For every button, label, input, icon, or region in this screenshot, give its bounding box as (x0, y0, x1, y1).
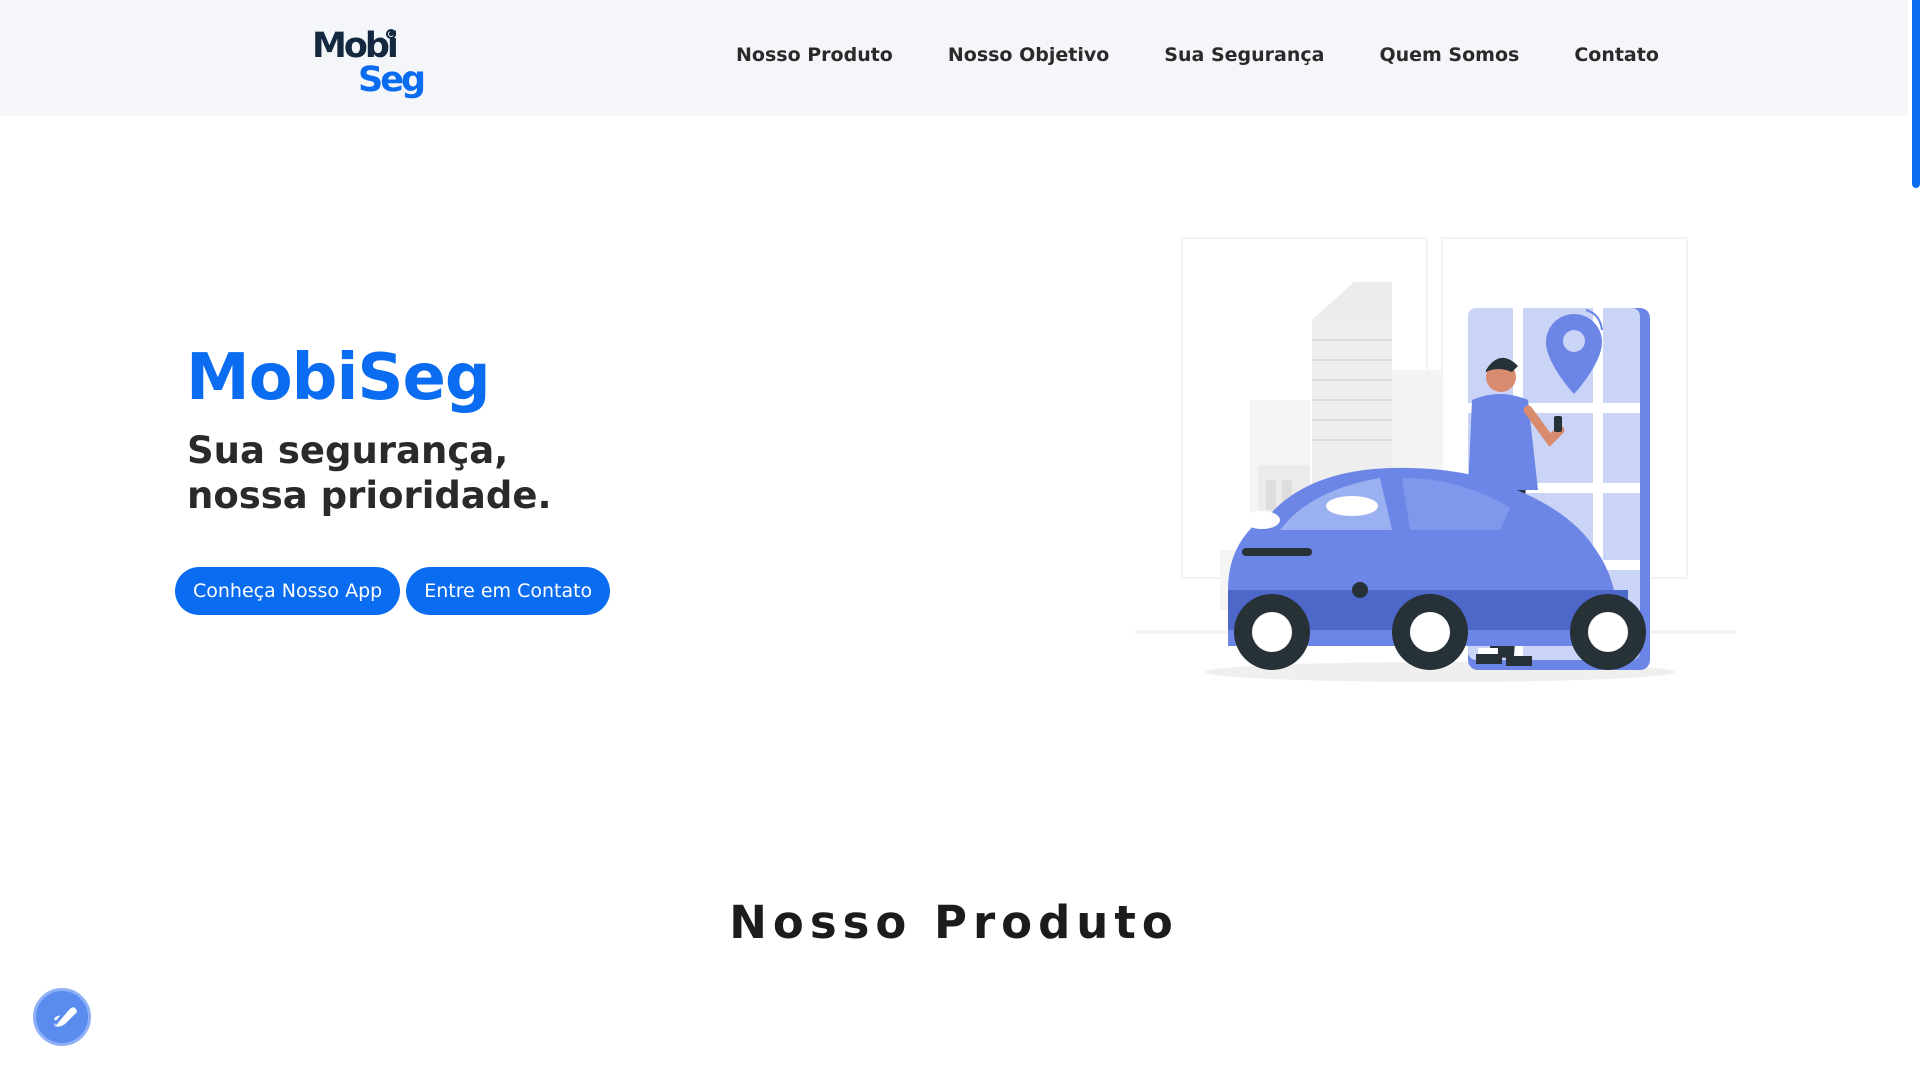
mobiseg-logo[interactable]: Mobi Seg (312, 26, 426, 106)
accessibility-icon (48, 1007, 77, 1027)
page-scrollbar[interactable] (1908, 0, 1920, 1080)
nav-item-nosso-objetivo[interactable]: Nosso Objetivo (948, 44, 1109, 66)
nav-item-contato[interactable]: Contato (1574, 44, 1659, 66)
entre-em-contato-button[interactable]: Entre em Contato (406, 567, 611, 615)
hero-subtitle-line1: Sua segurança, (187, 429, 509, 472)
nav-item-quem-somos[interactable]: Quem Somos (1379, 44, 1519, 66)
hero-title: MobiSeg (186, 341, 491, 415)
nav-item-nosso-produto[interactable]: Nosso Produto (736, 44, 893, 66)
scrollbar-thumb[interactable] (1912, 0, 1920, 188)
main-nav: Nosso Produto Nosso Objetivo Sua Seguran… (736, 44, 1659, 66)
accessibility-button[interactable] (33, 988, 91, 1046)
site-header: Mobi Seg Nosso Produto Nosso Objetivo Su… (0, 0, 1908, 116)
logo-pin-icon (386, 29, 396, 39)
hero-buttons: Conheça Nosso App Entre em Contato (175, 567, 611, 615)
logo-text-seg: Seg (358, 60, 426, 100)
hero-subtitle-line2: nossa prioridade. (187, 474, 552, 517)
car-with-person-and-map-pin-illustration (1135, 237, 1735, 682)
hero-subtitle: Sua segurança, nossa prioridade. (187, 428, 787, 518)
section-title-nosso-produto: Nosso Produto (729, 896, 1179, 949)
conheca-nosso-app-button[interactable]: Conheça Nosso App (175, 567, 401, 615)
nav-item-sua-seguranca[interactable]: Sua Segurança (1164, 44, 1324, 66)
